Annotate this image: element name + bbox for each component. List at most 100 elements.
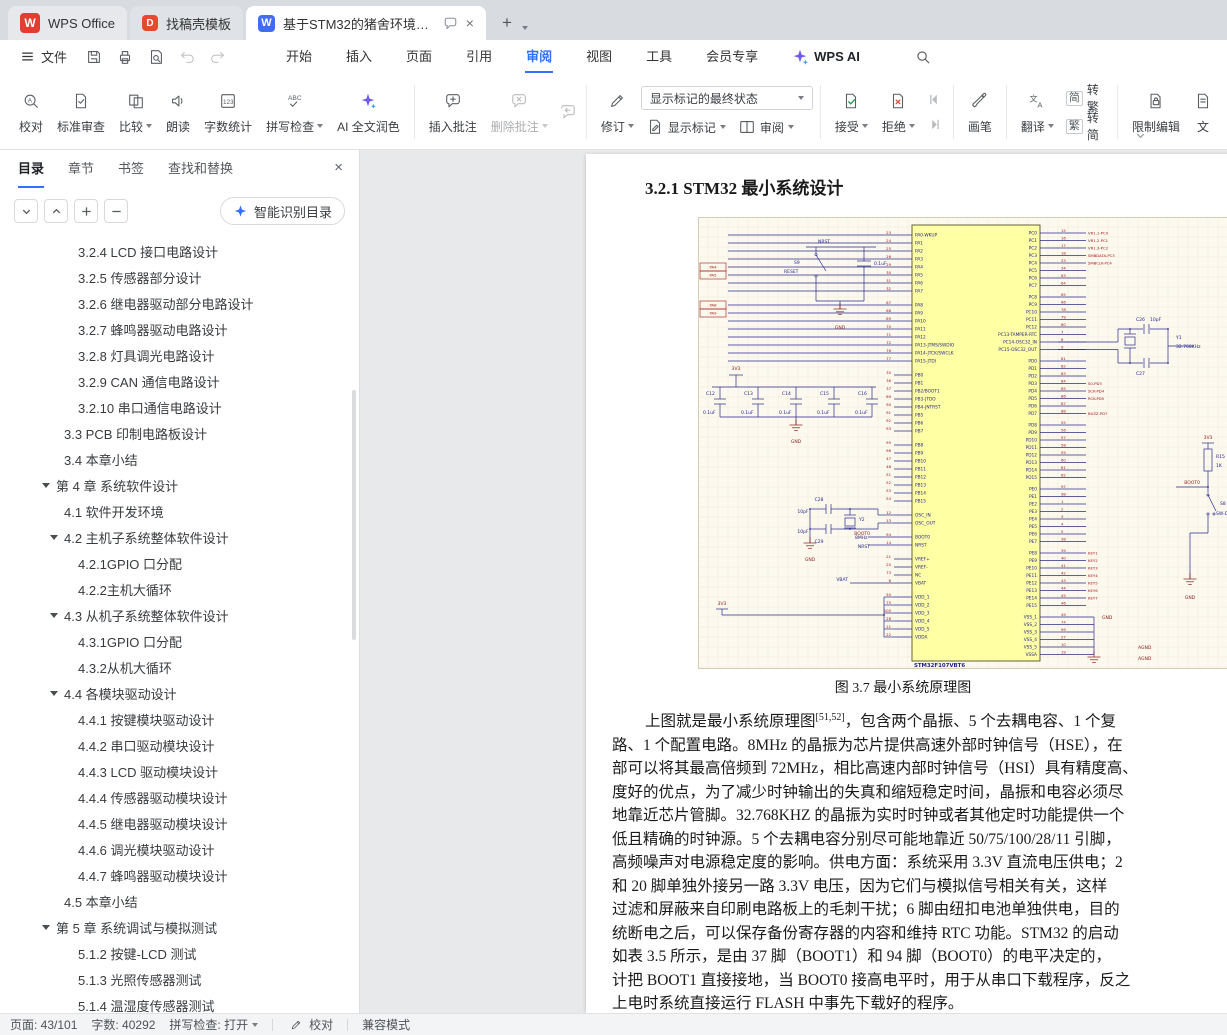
track-changes-button[interactable]: 修订 [594, 79, 641, 145]
toc-item[interactable]: 3.4 本章小结 [0, 446, 359, 472]
toc-item[interactable]: 4.4.2 串口驱动模块设计 [0, 732, 359, 758]
to-simplified-button[interactable]: 繁 转简 [1061, 111, 1110, 142]
spell-check-button[interactable]: ABC 拼写检查 [259, 79, 330, 145]
ai-polish-button[interactable]: AI 全文润色 [330, 79, 407, 145]
print-button[interactable] [114, 46, 136, 68]
toc-item[interactable]: 3.2.7 蜂鸣器驱动电路设计 [0, 316, 359, 342]
tab-active-document[interactable]: W 基于STM32的猪舍环境自动监... × [245, 6, 486, 40]
read-aloud-button[interactable]: 朗读 [159, 79, 197, 145]
collapse-all-button[interactable] [14, 199, 38, 223]
undo-button[interactable] [176, 46, 198, 68]
new-tab-button[interactable]: + [494, 10, 520, 36]
toc-expander-icon[interactable] [50, 613, 58, 618]
menu-item[interactable]: 插入 [329, 40, 389, 73]
to-traditional-button[interactable]: 简 转繁 [1061, 83, 1110, 114]
toc-item[interactable]: 3.3 PCB 印制电路板设计 [0, 420, 359, 446]
menu-item[interactable]: 页面 [389, 40, 449, 73]
delete-comment-button[interactable]: 删除批注 [484, 79, 555, 145]
schematic-figure[interactable]: STM32F107VBT6 PA0-WKUP 23 PA1 24 PA2 25 PA3 26 PA… [698, 217, 1227, 669]
toc-item[interactable]: 第 4 章 系统软件设计 [0, 472, 359, 498]
accept-change-button[interactable]: 接受 [828, 79, 875, 145]
tab-docer-template[interactable]: D 找稿壳模板 [129, 6, 243, 40]
standard-review-button[interactable]: 标准审查 [50, 79, 112, 145]
previous-change-button[interactable] [924, 90, 946, 110]
toc-item[interactable]: 4.4.3 LCD 驱动模块设计 [0, 758, 359, 784]
toc-item[interactable]: 4.4.4 传感器驱动模块设计 [0, 784, 359, 810]
smart-recognize-toc-button[interactable]: 智能识别目录 [219, 197, 345, 225]
menu-item[interactable]: 会员专享 [689, 40, 775, 73]
menu-item[interactable]: 引用 [449, 40, 509, 73]
toc-expander-icon[interactable] [42, 483, 50, 488]
menu-item[interactable]: 视图 [569, 40, 629, 73]
toc-item[interactable]: 4.1 软件开发环境 [0, 498, 359, 524]
search-icon[interactable] [914, 48, 932, 66]
document-permission-button[interactable]: 文 [1187, 79, 1219, 145]
toc-item[interactable]: 4.5 本章小结 [0, 888, 359, 914]
reject-change-button[interactable]: 拒绝 [875, 79, 922, 145]
toc-item[interactable]: 4.2.2主机大循环 [0, 576, 359, 602]
toc-item[interactable]: 3.2.6 继电器驱动部分电路设计 [0, 290, 359, 316]
markup-state-select[interactable]: 显示标记的最终状态 [640, 86, 813, 110]
toc-item[interactable]: 4.4.5 继电器驱动模块设计 [0, 810, 359, 836]
toc-item[interactable]: 4.3.1GPIO 口分配 [0, 628, 359, 654]
translate-button[interactable]: 文A 翻译 [1014, 79, 1061, 145]
zoom-out-toc-button[interactable] [104, 199, 128, 223]
review-pane-button[interactable]: 审阅 [733, 116, 799, 138]
toc-expander-icon[interactable] [50, 691, 58, 696]
menu-item[interactable]: 审阅 [509, 40, 569, 73]
tab-wps-home[interactable]: W WPS Office [8, 6, 127, 40]
menu-item[interactable]: 工具 [629, 40, 689, 73]
sidebar-tab[interactable]: 目录 [18, 150, 45, 188]
redo-button[interactable] [207, 46, 229, 68]
previous-comment-button[interactable] [557, 102, 579, 122]
wps-ai-button[interactable]: WPS AI [791, 48, 860, 66]
spell-check-toggle[interactable]: 拼写检查: 打开 [169, 1016, 259, 1033]
menu-item[interactable]: 开始 [269, 40, 329, 73]
ribbon-expand-icon[interactable] [1134, 129, 1147, 147]
toc-item[interactable]: 第 5 章 系统调试与模拟测试 [0, 914, 359, 940]
toc-item[interactable]: 5.1.4 温湿度传感器测试 [0, 992, 359, 1014]
toc-item[interactable]: 4.4.1 按键模块驱动设计 [0, 706, 359, 732]
page-indicator[interactable]: 页面: 43/101 [10, 1016, 77, 1033]
print-preview-button[interactable] [145, 46, 167, 68]
tab-list-caret-icon[interactable] [521, 26, 528, 30]
toc-item[interactable]: 4.4 各模块驱动设计 [0, 680, 359, 706]
toc-item[interactable]: 4.2.1GPIO 口分配 [0, 550, 359, 576]
toc-item[interactable]: 3.2.5 传感器部分设计 [0, 264, 359, 290]
close-tab-icon[interactable]: × [466, 16, 474, 30]
compare-button[interactable]: 比较 [112, 79, 159, 145]
file-menu-button[interactable]: 文件 [12, 47, 75, 66]
zoom-in-toc-button[interactable] [74, 199, 98, 223]
toc-item[interactable]: 4.3 从机子系统整体软件设计 [0, 602, 359, 628]
expand-all-button[interactable] [44, 199, 68, 223]
toc-item[interactable]: 3.2.4 LCD 接口电路设计 [0, 238, 359, 264]
sidebar-tab[interactable]: 书签 [118, 150, 144, 188]
toc-item[interactable]: 4.2 主机子系统整体软件设计 [0, 524, 359, 550]
insert-comment-button[interactable]: 插入批注 [422, 79, 484, 145]
svg-text:PE11: PE11 [1026, 573, 1037, 579]
toc-expander-icon[interactable] [50, 535, 58, 540]
sidebar-tab[interactable]: 章节 [68, 150, 94, 188]
toc-item[interactable]: 5.1.2 按键-LCD 测试 [0, 940, 359, 966]
proofread-status-button[interactable]: 校对 [287, 1016, 333, 1034]
toc-item[interactable]: 4.4.6 调光模块驱动设计 [0, 836, 359, 862]
save-button[interactable] [83, 46, 105, 68]
word-count-indicator[interactable]: 字数: 40292 [91, 1016, 155, 1033]
document-page[interactable]: 3.2.1 STM32 最小系统设计 STM32F107VBT6 PA0-WKUP… [586, 154, 1227, 1013]
toc-item[interactable]: 3.2.9 CAN 通信电路设计 [0, 368, 359, 394]
toc-expander-icon[interactable] [42, 925, 50, 930]
toc-item-label: 第 4 章 系统软件设计 [56, 478, 179, 494]
toc-item[interactable]: 4.3.2从机大循环 [0, 654, 359, 680]
sidebar-tab[interactable]: 查找和替换 [168, 150, 233, 188]
word-count-button[interactable]: 123 字数统计 [197, 79, 259, 145]
toc-item[interactable]: 3.2.8 灯具调光电路设计 [0, 342, 359, 368]
toc-item[interactable]: 5.1.3 光照传感器测试 [0, 966, 359, 992]
next-change-button[interactable] [924, 115, 946, 135]
show-markup-button[interactable]: 显示标记 [641, 116, 731, 138]
toc-item[interactable]: 3.2.10 串口通信电路设计 [0, 394, 359, 420]
ink-brush-button[interactable]: 画笔 [961, 79, 999, 145]
toc-item[interactable]: 4.4.7 蜂鸣器驱动模块设计 [0, 862, 359, 888]
sidebar-scrollbar[interactable] [352, 390, 356, 640]
sidebar-close-icon[interactable]: × [334, 160, 343, 175]
proofread-button[interactable]: A 校对 [12, 79, 50, 145]
